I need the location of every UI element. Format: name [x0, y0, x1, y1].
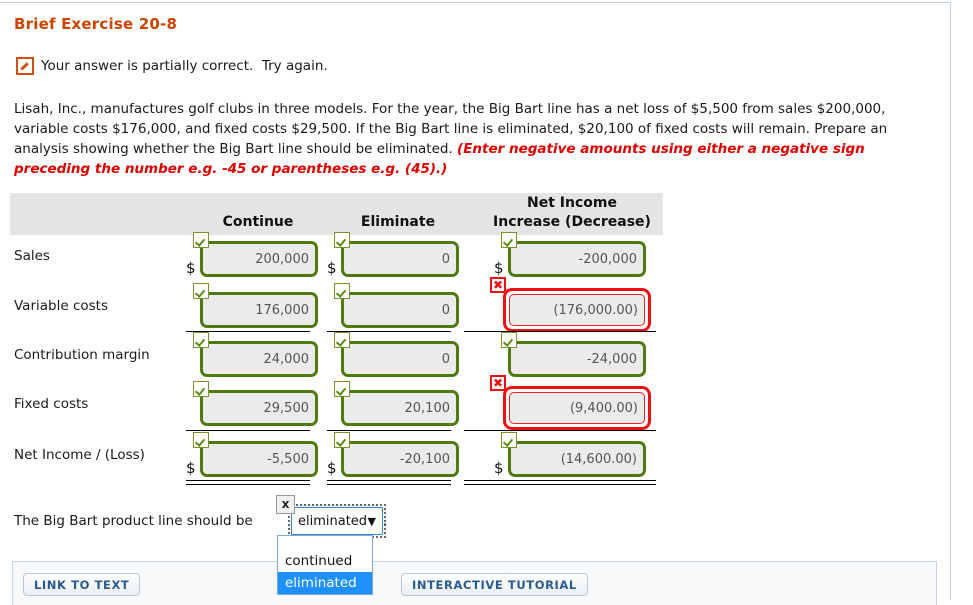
cell-sales-continue: $	[186, 232, 322, 281]
row-label-net-income: Net Income / (Loss)	[14, 447, 145, 463]
conclusion-text: The Big Bart product line should be	[14, 513, 253, 529]
interactive-tutorial-button[interactable]: INTERACTIVE TUTORIAL	[401, 573, 588, 596]
subtotal-rule	[186, 430, 310, 431]
input-net-income-eliminate[interactable]	[341, 441, 459, 477]
validation-check-icon	[501, 432, 517, 448]
input-contribution-margin-net[interactable]	[508, 341, 646, 377]
conclusion-select-value: eliminated	[298, 513, 368, 529]
cell-fixed-costs-continue	[186, 381, 322, 430]
table-header-band: Continue Eliminate Net Income Increase (…	[10, 193, 663, 235]
conclusion-select-dropdown[interactable]: continued eliminated	[277, 535, 373, 595]
input-variable-costs-eliminate[interactable]	[341, 292, 459, 328]
total-double-rule	[464, 480, 656, 485]
row-label-contribution-margin: Contribution margin	[14, 347, 150, 363]
input-variable-costs-net[interactable]	[509, 294, 645, 326]
input-fixed-costs-continue[interactable]	[200, 390, 318, 426]
validation-check-icon	[501, 232, 517, 248]
validation-error-icon: x	[276, 495, 295, 514]
validation-check-icon	[193, 232, 209, 248]
input-sales-continue[interactable]	[200, 241, 318, 277]
cell-sales-net: $	[494, 232, 654, 281]
validation-check-icon	[193, 332, 209, 348]
input-net-income-net[interactable]	[508, 441, 646, 477]
input-sales-eliminate[interactable]	[341, 241, 459, 277]
currency-symbol: $	[186, 259, 196, 277]
cell-contribution-margin-eliminate	[327, 332, 463, 381]
conclusion-select-host: x eliminated ▼	[276, 495, 386, 538]
validation-check-icon	[334, 283, 350, 299]
input-fixed-costs-net[interactable]	[509, 392, 645, 424]
validation-error-icon: ✖	[490, 277, 506, 293]
problem-statement: Lisah, Inc., manufactures golf clubs in …	[14, 99, 904, 179]
subtotal-rule	[464, 331, 656, 332]
currency-symbol: $	[494, 459, 504, 477]
link-to-text-button[interactable]: LINK TO TEXT	[23, 573, 141, 596]
validation-check-icon	[193, 381, 209, 397]
currency-symbol: $	[327, 459, 337, 477]
column-header-net-income-line2: Increase (Decrease)	[493, 214, 651, 230]
currency-symbol: $	[494, 259, 504, 277]
validation-check-icon	[334, 432, 350, 448]
cell-net-income-continue: $	[186, 432, 322, 481]
column-header-net-income-line1: Net Income	[527, 195, 617, 211]
currency-symbol: $	[186, 459, 196, 477]
conclusion-sentence: The Big Bart product line should be x el…	[14, 493, 714, 538]
cell-variable-costs-eliminate	[327, 283, 463, 332]
conclusion-period: .	[383, 513, 388, 529]
cell-contribution-margin-net	[494, 332, 654, 381]
column-header-eliminate: Eliminate	[330, 193, 466, 235]
chevron-down-icon: ▼	[367, 515, 376, 528]
cell-net-income-eliminate: $	[327, 432, 463, 481]
footer-bar: LINK TO TEXT INTERACTIVE TUTORIAL	[12, 561, 937, 605]
row-label-variable-costs: Variable costs	[14, 298, 108, 314]
total-double-rule	[186, 480, 310, 485]
dropdown-option-continued[interactable]: continued	[278, 550, 372, 572]
conclusion-select[interactable]: eliminated ▼	[288, 504, 386, 538]
column-header-net-income: Net Income Increase (Decrease)	[472, 193, 672, 235]
input-fixed-costs-eliminate[interactable]	[341, 390, 459, 426]
validation-check-icon	[334, 381, 350, 397]
subtotal-rule	[327, 430, 451, 431]
cell-contribution-margin-continue	[186, 332, 322, 381]
cell-sales-eliminate: $	[327, 232, 463, 281]
page-title: Brief Exercise 20-8	[14, 15, 178, 33]
validation-check-icon	[334, 232, 350, 248]
row-label-sales: Sales	[14, 248, 50, 264]
column-header-continue-label: Continue	[222, 214, 294, 230]
validation-error-icon: ✖	[490, 375, 506, 391]
column-header-eliminate-label: Eliminate	[360, 214, 436, 230]
row-label-fixed-costs: Fixed costs	[14, 396, 89, 412]
cell-net-income-net: $	[494, 432, 654, 481]
status-text: Your answer is partially correct. Try ag…	[41, 58, 328, 74]
cell-fixed-costs-net: ✖	[490, 375, 654, 430]
error-frame: ✖	[490, 277, 651, 332]
validation-check-icon	[334, 332, 350, 348]
cell-variable-costs-continue	[186, 283, 322, 332]
validation-check-icon	[501, 332, 517, 348]
validation-check-icon	[193, 283, 209, 299]
partially-correct-icon	[16, 57, 34, 75]
column-header-continue: Continue	[190, 193, 326, 235]
dropdown-option-eliminated[interactable]: eliminated	[278, 572, 372, 594]
input-contribution-margin-eliminate[interactable]	[341, 341, 459, 377]
exercise-page: Brief Exercise 20-8 Your answer is parti…	[0, 2, 951, 605]
subtotal-rule	[464, 430, 656, 431]
cell-variable-costs-net: ✖	[490, 277, 654, 332]
total-double-rule	[327, 480, 451, 485]
error-frame: ✖	[490, 375, 651, 430]
currency-symbol: $	[327, 259, 337, 277]
input-net-income-continue[interactable]	[200, 441, 318, 477]
validation-check-icon	[193, 432, 209, 448]
input-contribution-margin-continue[interactable]	[200, 341, 318, 377]
input-variable-costs-continue[interactable]	[200, 292, 318, 328]
cell-fixed-costs-eliminate	[327, 381, 463, 430]
input-sales-net[interactable]	[508, 241, 646, 277]
status-message-row: Your answer is partially correct. Try ag…	[16, 57, 328, 75]
